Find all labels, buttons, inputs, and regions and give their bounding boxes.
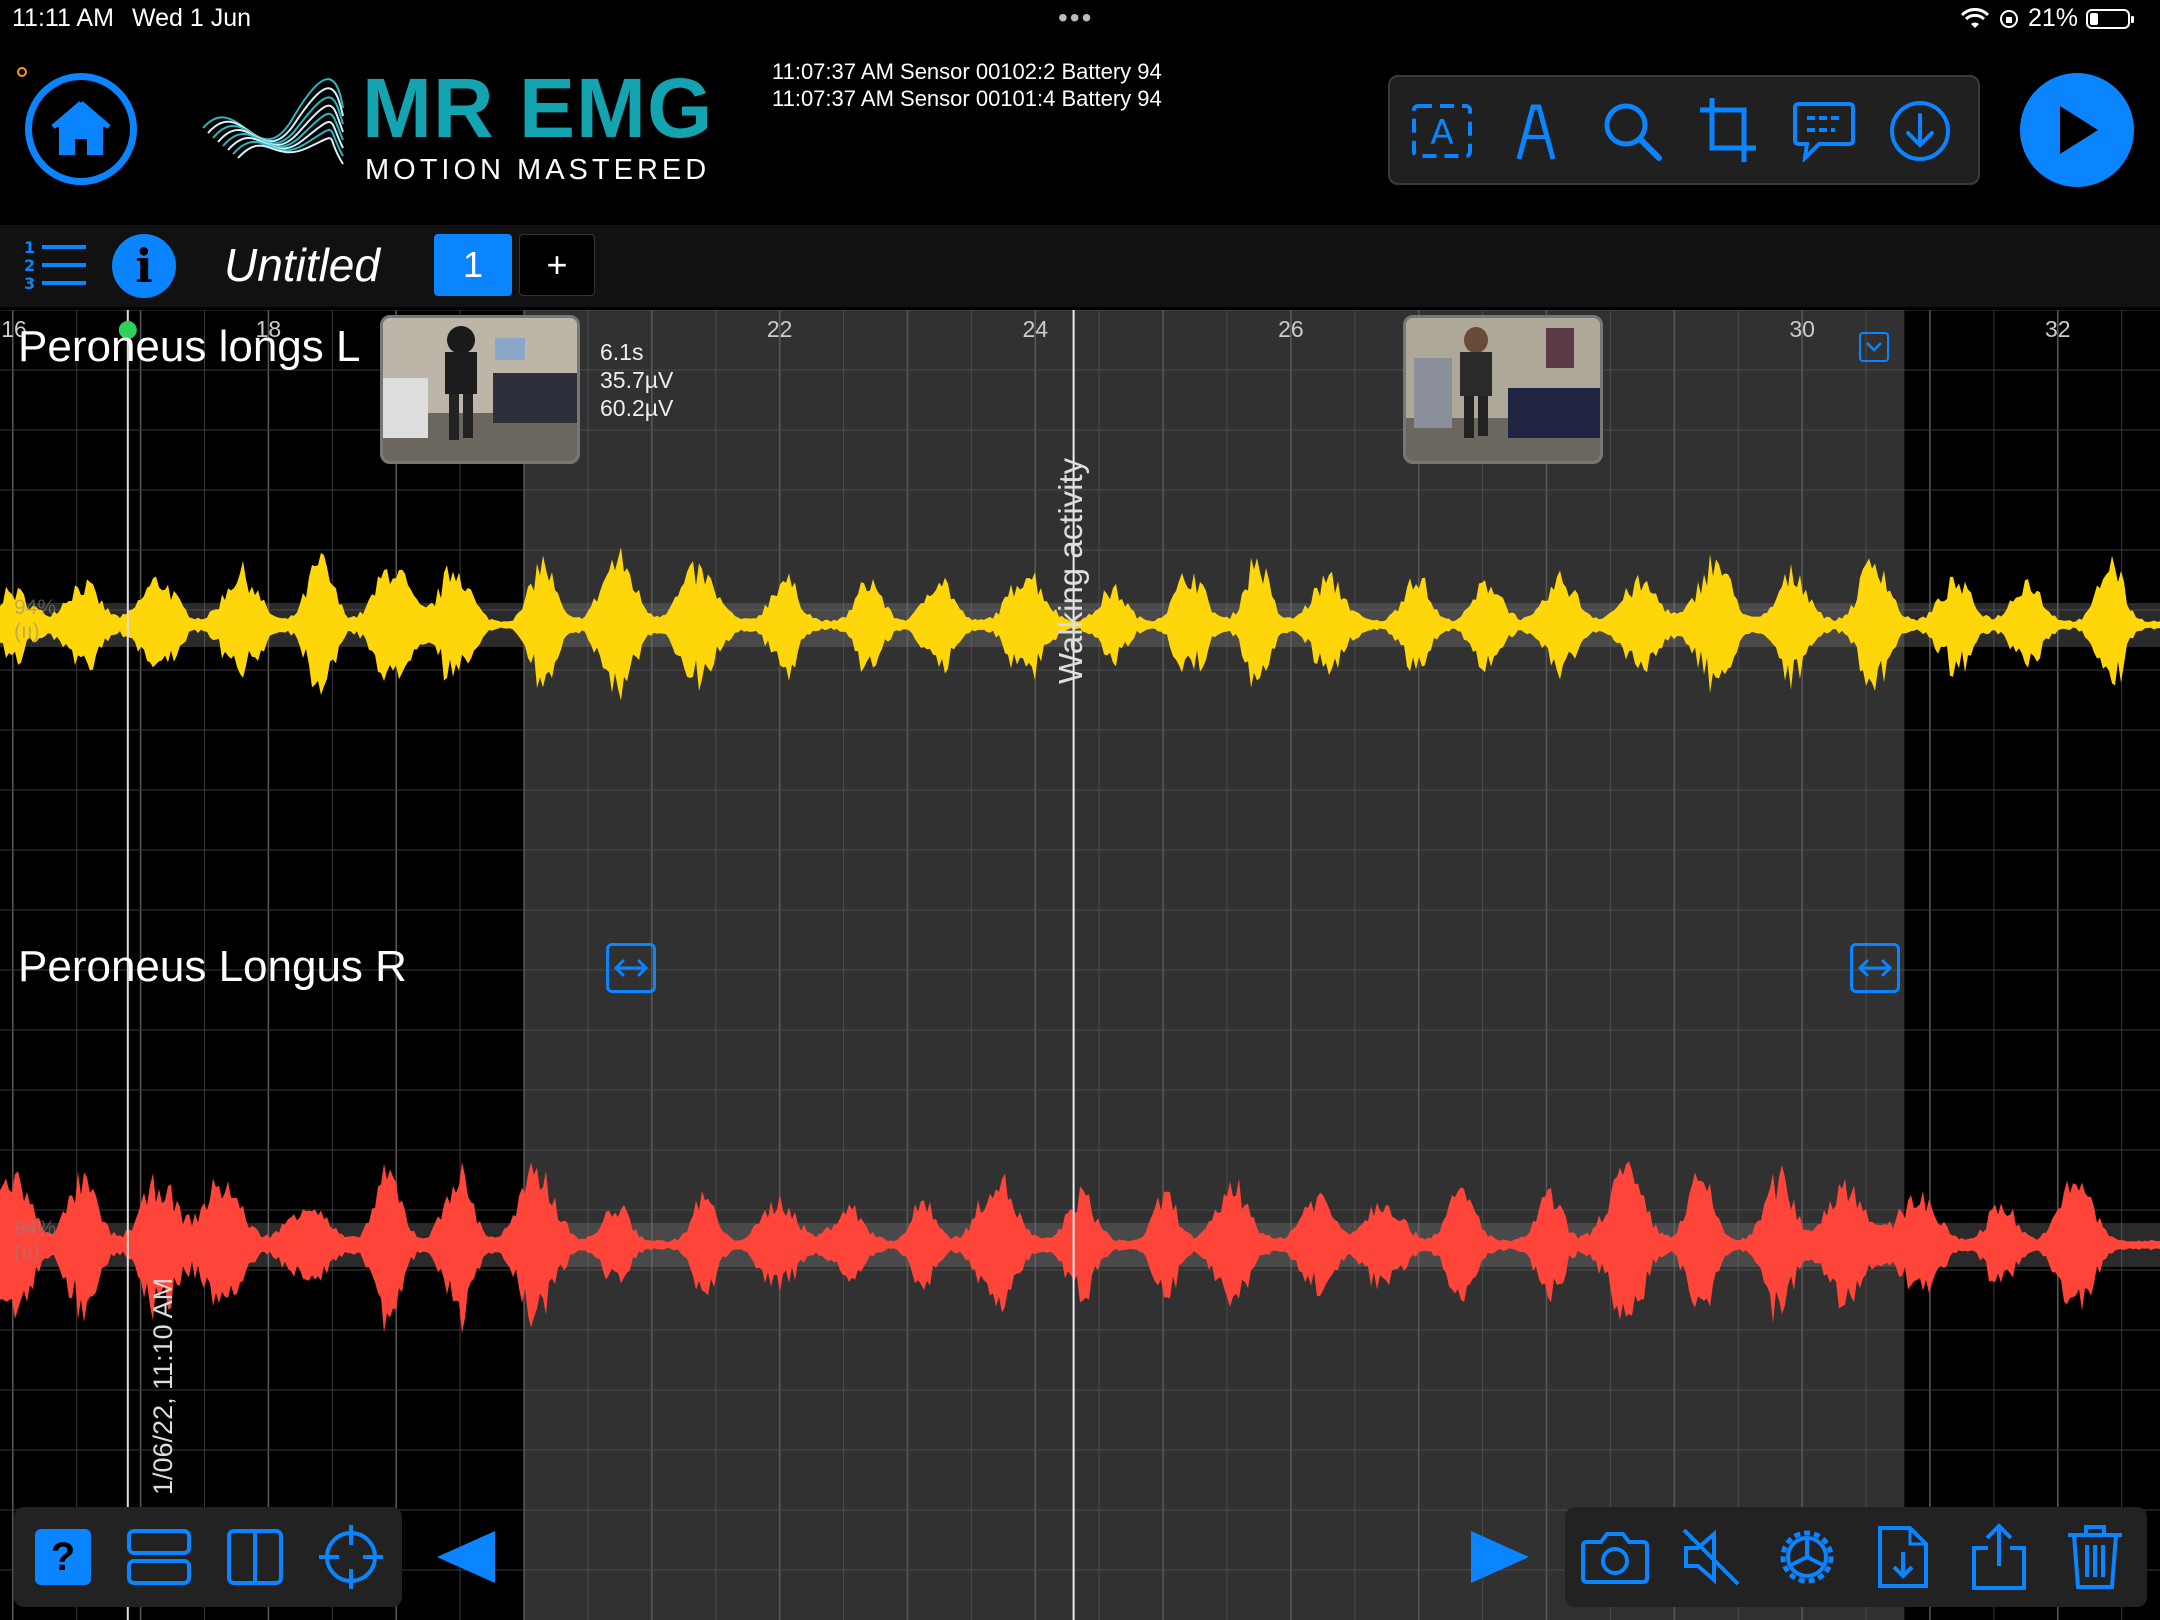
help-icon: ? [35,1529,91,1585]
share-button[interactable] [1962,1520,2036,1594]
add-page-button[interactable]: + [519,234,595,296]
sensor-signal: (ıı) [14,620,40,643]
svg-text:A: A [1430,113,1453,153]
crop-button[interactable] [1692,95,1764,167]
video-thumbnail[interactable] [1403,315,1603,464]
settings-button[interactable] [1770,1520,1844,1594]
video-frame-image [1406,318,1600,461]
info-icon: i [135,239,153,293]
share-icon [1972,1523,2026,1590]
selection-start-handle[interactable] [606,943,656,993]
battery-percent: 21% [2027,4,2078,32]
measurement-readout: 6.1s 35.7µV 60.2µV [600,338,673,422]
brand-title: MR EMG [362,61,714,155]
mute-icon [1682,1528,1740,1586]
readout-duration: 6.1s [600,339,644,365]
chevron-down-icon [1866,342,1882,352]
sensor-battery: 94% [14,1217,57,1240]
time-tick-label: 22 [766,316,793,342]
trash-icon [2068,1525,2122,1589]
sensor-log-line: 11:07:37 AM Sensor 00102:2 Battery 94 [772,59,1162,84]
download-icon [1890,101,1950,161]
recording-timestamp: 1/06/22, 11:10 AM [148,1277,178,1495]
sensor-battery: 94% [14,596,57,619]
svg-text:1: 1 [24,238,35,257]
rows-layout-button[interactable] [122,1520,196,1594]
time-tick-label: 24 [1022,316,1049,342]
time-tick-label: 30 [1789,316,1815,342]
mute-button[interactable] [1674,1520,1748,1594]
home-icon [51,101,111,155]
status-right: 21% [1960,4,2134,33]
previous-icon [437,1531,495,1583]
search-button[interactable] [1596,95,1668,167]
recording-indicator [17,67,27,77]
channel-1-label[interactable]: Peroneus longs L [18,322,360,372]
settings-icon [1780,1530,1834,1584]
channel-2-label[interactable]: Peroneus Longus R [18,942,407,992]
time-tick-label: 32 [2044,316,2071,342]
resize-horizontal-icon [613,959,649,977]
help-button[interactable]: ? [26,1520,100,1594]
columns-layout-icon [227,1529,283,1585]
export-file-icon [1878,1526,1928,1588]
sensor-log-line: 11:07:37 AM Sensor 00101:4 Battery 94 [772,86,1162,111]
camera-button[interactable] [1578,1520,1652,1594]
battery-icon [2086,8,2134,29]
video-frame-image [383,318,577,461]
activity-label[interactable]: Walking activity [1052,458,1090,684]
next-icon [1471,1531,1529,1583]
sensor-log: 11:07:37 AM Sensor 00102:2 Battery 94 11… [772,58,1162,112]
channel-1-sensor-badge: 94% (ıı) [14,596,56,644]
sensor-signal: (ıı) [14,1241,40,1264]
status-date: Wed 1 Jun [132,4,252,32]
comment-button[interactable] [1788,95,1860,167]
home-button[interactable] [25,73,137,185]
delete-button[interactable] [2058,1520,2132,1594]
status-time: 11:11 AM [12,4,114,32]
next-button[interactable] [1462,1520,1536,1594]
logo-icon [202,78,344,165]
rows-layout-icon [127,1529,191,1585]
orientation-lock-icon [1999,9,2018,28]
text-annotation-icon: A [1412,104,1472,158]
pen-button[interactable] [1500,95,1572,167]
search-icon [1604,103,1662,161]
wifi-icon [1960,7,1990,28]
columns-layout-button[interactable] [218,1520,292,1594]
download-button[interactable] [1884,95,1956,167]
pen-icon [1516,104,1556,160]
collapse-button[interactable] [1859,332,1889,362]
svg-text:2: 2 [24,256,35,275]
export-file-button[interactable] [1866,1520,1940,1594]
play-icon [2060,106,2098,154]
play-button[interactable] [2020,73,2134,187]
text-annotation-button[interactable]: A [1406,95,1478,167]
annotation-toolbar: A [1388,75,1980,185]
page-tab-1[interactable]: 1 [434,234,512,296]
channel-list-button[interactable]: 123 [22,237,88,298]
camera-icon [1581,1532,1649,1584]
comment-icon [1793,102,1855,162]
multitasking-dots[interactable]: ••• [1058,2,1093,34]
readout-value-2: 60.2µV [600,395,674,421]
target-button[interactable] [314,1520,388,1594]
brand-subtitle: MOTION MASTERED [365,154,711,186]
svg-text:3: 3 [24,274,35,293]
crop-icon [1700,98,1756,162]
video-thumbnail[interactable] [380,315,580,464]
selection-region [524,310,1905,1620]
document-title[interactable]: Untitled [224,238,380,292]
info-button[interactable]: i [112,234,176,298]
readout-value-1: 35.7µV [600,367,674,393]
channel-2-sensor-badge: 94% (ıı) [14,1217,56,1265]
selection-end-handle[interactable] [1850,943,1900,993]
previous-button[interactable] [430,1520,504,1594]
target-icon [319,1525,383,1589]
numbered-list-icon: 123 [24,238,86,293]
time-tick-label: 26 [1278,316,1304,342]
resize-horizontal-icon [1857,959,1893,977]
